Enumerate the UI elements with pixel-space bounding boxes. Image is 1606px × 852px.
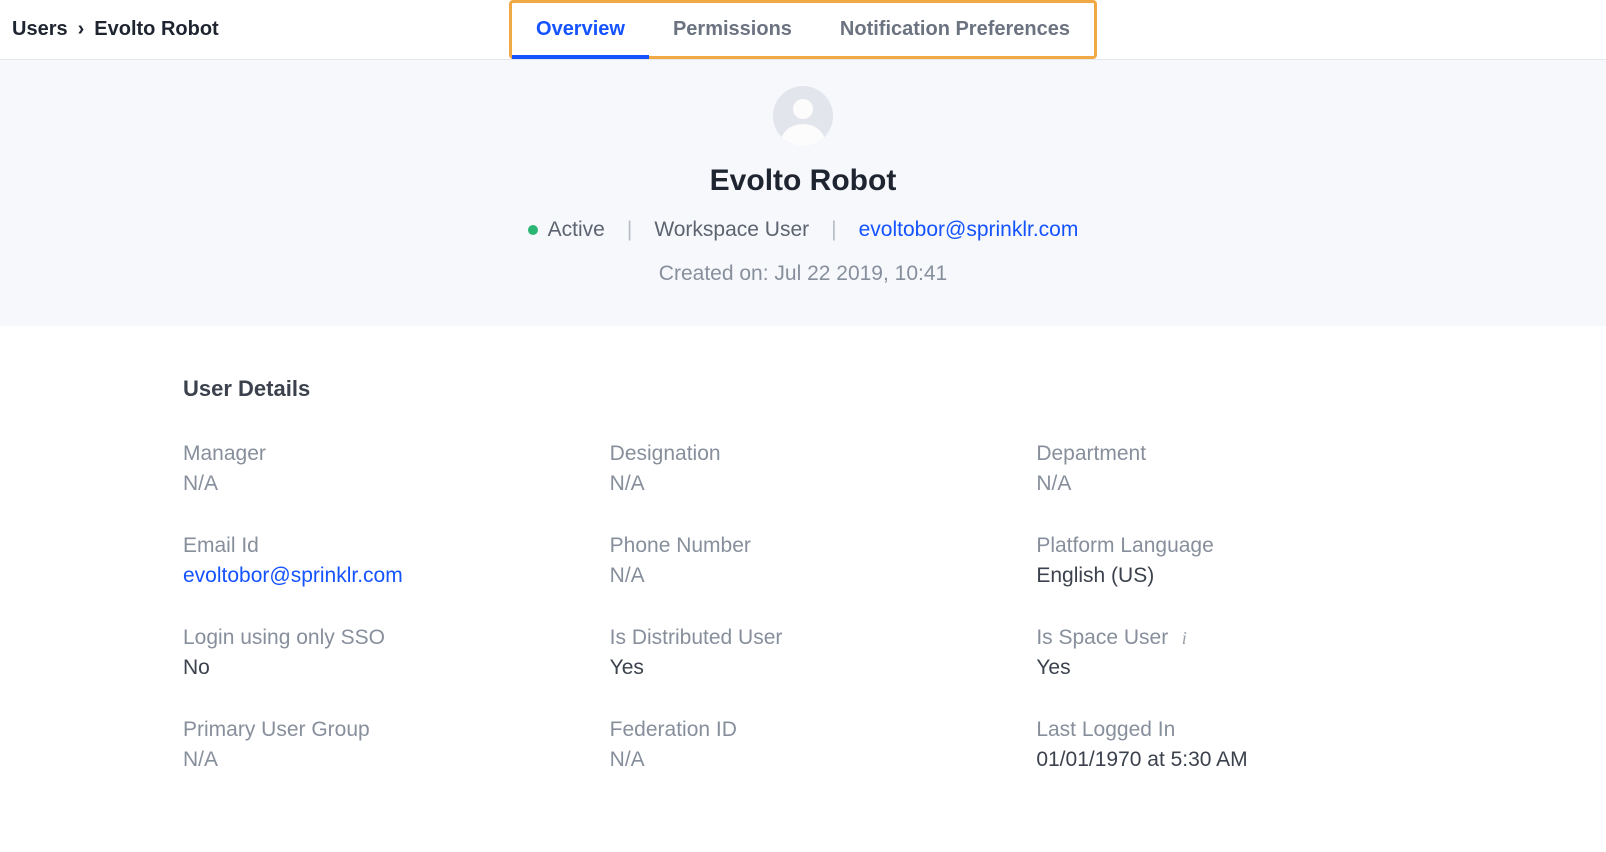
separator-icon: | [627, 218, 632, 242]
field-space-user: Is Space User i Yes [1036, 626, 1423, 680]
breadcrumb: Users › Evolto Robot [0, 18, 219, 41]
tabs-highlight-box: Overview Permissions Notification Prefer… [509, 0, 1097, 59]
user-meta-row: Active | Workspace User | evoltobor@spri… [528, 218, 1079, 242]
info-icon[interactable]: i [1176, 630, 1192, 646]
field-sso-only: Login using only SSO No [183, 626, 570, 680]
user-role: Workspace User [654, 218, 809, 242]
field-label: Is Space User i [1036, 626, 1423, 650]
details-grid: Manager N/A Designation N/A Department N… [183, 442, 1423, 772]
field-distributed: Is Distributed User Yes [610, 626, 997, 680]
field-value: N/A [183, 748, 570, 772]
field-label: Manager [183, 442, 570, 466]
breadcrumb-root[interactable]: Users [12, 18, 68, 41]
field-value: N/A [610, 564, 997, 588]
tab-label: Overview [536, 18, 625, 41]
user-details-section: User Details Manager N/A Designation N/A… [0, 326, 1606, 772]
field-label-text: Is Space User [1036, 626, 1168, 650]
user-name: Evolto Robot [710, 164, 897, 198]
status-text: Active [548, 218, 605, 242]
field-email: Email Id evoltobor@sprinklr.com [183, 534, 570, 588]
user-summary: Evolto Robot Active | Workspace User | e… [0, 60, 1606, 326]
field-primary-group: Primary User Group N/A [183, 718, 570, 772]
field-label: Is Distributed User [610, 626, 997, 650]
created-on: Created on: Jul 22 2019, 10:41 [659, 262, 947, 286]
field-language: Platform Language English (US) [1036, 534, 1423, 588]
tab-label: Permissions [673, 18, 792, 41]
tab-notification-preferences[interactable]: Notification Preferences [816, 3, 1094, 56]
field-manager: Manager N/A [183, 442, 570, 496]
field-label: Email Id [183, 534, 570, 558]
separator-icon: | [831, 218, 836, 242]
section-title: User Details [183, 376, 1423, 402]
field-label: Department [1036, 442, 1423, 466]
field-label: Last Logged In [1036, 718, 1423, 742]
field-last-login: Last Logged In 01/01/1970 at 5:30 AM [1036, 718, 1423, 772]
field-label: Primary User Group [183, 718, 570, 742]
field-department: Department N/A [1036, 442, 1423, 496]
field-label: Phone Number [610, 534, 997, 558]
field-value: N/A [1036, 472, 1423, 496]
field-value: No [183, 656, 570, 680]
field-value: Yes [1036, 656, 1423, 680]
field-value: N/A [610, 748, 997, 772]
field-value: English (US) [1036, 564, 1423, 588]
field-value: 01/01/1970 at 5:30 AM [1036, 748, 1423, 772]
created-value: Jul 22 2019, 10:41 [774, 262, 947, 285]
chevron-right-icon: › [78, 18, 85, 41]
topbar: Users › Evolto Robot Overview Permission… [0, 0, 1606, 60]
field-designation: Designation N/A [610, 442, 997, 496]
breadcrumb-current: Evolto Robot [94, 18, 218, 41]
field-federation-id: Federation ID N/A [610, 718, 997, 772]
field-label: Designation [610, 442, 997, 466]
field-value-email-link[interactable]: evoltobor@sprinklr.com [183, 564, 570, 588]
field-value: N/A [610, 472, 997, 496]
field-label: Login using only SSO [183, 626, 570, 650]
tab-overview[interactable]: Overview [512, 3, 649, 56]
status-badge: Active [528, 218, 605, 242]
field-value: Yes [610, 656, 997, 680]
tab-permissions[interactable]: Permissions [649, 3, 816, 56]
field-phone: Phone Number N/A [610, 534, 997, 588]
field-label: Federation ID [610, 718, 997, 742]
field-value: N/A [183, 472, 570, 496]
tab-label: Notification Preferences [840, 18, 1070, 41]
avatar [773, 86, 833, 146]
user-email-link[interactable]: evoltobor@sprinklr.com [859, 218, 1079, 242]
created-label: Created on: [659, 262, 769, 285]
status-dot-icon [528, 225, 538, 235]
field-label: Platform Language [1036, 534, 1423, 558]
